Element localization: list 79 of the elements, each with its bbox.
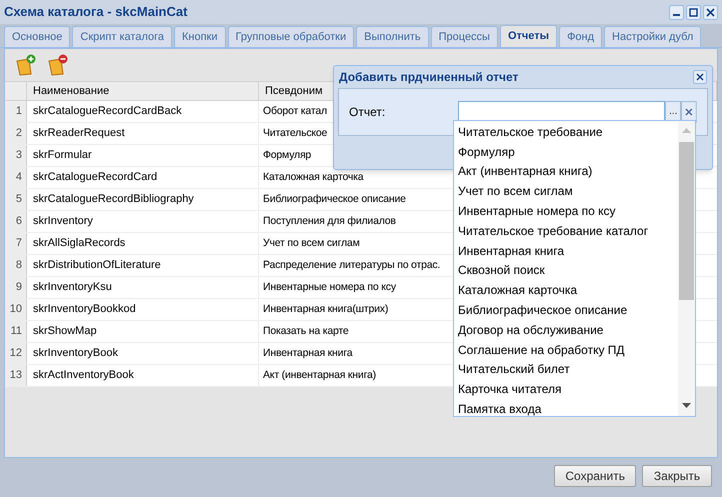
close-icon[interactable] (693, 70, 707, 84)
table-cell: skrInventoryBook (27, 343, 259, 364)
table-cell-text: Показать на карте (263, 324, 349, 339)
dropdown-option[interactable]: Соглашение на обработку ПД (454, 340, 678, 360)
dropdown-option[interactable]: Читательское требование (454, 122, 678, 142)
table-cell-text: Читательское (263, 126, 328, 141)
add-document-icon[interactable] (15, 54, 37, 76)
tab[interactable]: Процессы (430, 26, 498, 47)
table-cell: skrShowMap (27, 321, 259, 342)
maximize-icon[interactable] (686, 4, 701, 20)
tab[interactable]: Фонд (559, 26, 602, 47)
row-number: 9 (5, 277, 27, 298)
window-title: Схема каталога - skcMainCat (4, 3, 188, 22)
table-cell-text: Каталожная карточка (263, 170, 364, 185)
table-cell: skrActInventoryBook (27, 365, 259, 386)
button[interactable]: Сохранить (554, 465, 636, 487)
row-number: 8 (5, 255, 27, 276)
minimize-icon[interactable] (669, 4, 684, 20)
table-cell-text: Инвентарная книга(штрих) (263, 302, 388, 317)
row-number: 4 (5, 167, 27, 188)
dropdown-option[interactable]: Учет по всем сиглам (454, 181, 678, 202)
table-cell: skrCatalogueRecordBibliography (27, 189, 259, 210)
row-number: 10 (5, 299, 27, 320)
table-cell: skrInventoryKsu (27, 277, 259, 298)
table-cell-text: Учет по всем сиглам (263, 236, 360, 251)
tab[interactable]: Настройки дубл (604, 26, 702, 47)
table-cell: skrInventoryBookkod (27, 299, 259, 320)
table-cell: skrCatalogueRecordCardBack (27, 101, 259, 122)
row-number: 12 (5, 343, 27, 364)
tab[interactable]: Основное (4, 26, 70, 47)
table-cell-text: Библиографическое описание (263, 192, 406, 207)
row-number: 1 (5, 101, 27, 122)
button[interactable]: Закрыть (642, 465, 712, 487)
tab[interactable]: Групповые обработки (228, 26, 354, 47)
row-number: 7 (5, 233, 27, 254)
column-header[interactable]: Наименование (27, 82, 259, 100)
clear-icon[interactable] (681, 101, 698, 123)
scrollbar[interactable] (678, 121, 695, 416)
dropdown-option[interactable]: Инвентарные номера по ксу (454, 201, 678, 221)
tab[interactable]: Кнопки (174, 26, 226, 47)
table-cell: skrInventory (27, 211, 259, 232)
dropdown-option[interactable]: Сквозной поиск (454, 260, 678, 280)
table-cell: skrFormular (27, 145, 259, 166)
scroll-down-icon[interactable] (682, 403, 691, 409)
close-icon[interactable] (703, 4, 718, 20)
row-number: 13 (5, 365, 27, 386)
dropdown-option[interactable]: Формуляр (454, 142, 678, 162)
scroll-thumb[interactable] (679, 142, 694, 300)
remove-document-icon[interactable] (47, 54, 69, 76)
dialog-title: Добавить прдчиненный отчет (339, 69, 518, 86)
table-cell: skrCatalogueRecordCard (27, 167, 259, 188)
table-cell: skrReaderRequest (27, 123, 259, 144)
table-cell: skrDistributionOfLiterature (27, 255, 259, 276)
dropdown-option[interactable]: Инвентарная книга (454, 240, 678, 261)
tab[interactable]: Отчеты (500, 25, 558, 47)
tab[interactable]: Выполнить (356, 26, 429, 47)
row-number: 6 (5, 211, 27, 232)
tab[interactable]: Скрипт каталога (72, 26, 172, 47)
dropdown-option[interactable]: Каталожная карточка (454, 280, 678, 300)
dropdown-option[interactable]: Памятка входа (454, 399, 678, 419)
dropdown-option[interactable]: Карточка читателя (454, 379, 678, 400)
field-label: Отчет: (349, 104, 386, 121)
table-cell-text: Распределение литературы по отрас. (263, 258, 440, 273)
table-cell-text: Инвентарные номера по ксу (263, 280, 396, 295)
dropdown-option[interactable]: Акт (инвентарная книга) (454, 162, 678, 182)
dropdown-option[interactable]: Читательское требование каталог (454, 220, 678, 241)
dropdown-option[interactable]: Читательский билет (454, 360, 678, 380)
table-cell-text: Оборот катал (263, 104, 327, 119)
table-cell-text: Акт (инвентарная книга) (263, 368, 376, 383)
row-number: 5 (5, 189, 27, 210)
row-number: 11 (5, 321, 27, 342)
row-number: 3 (5, 145, 27, 166)
table-cell: skrAllSiglaRecords (27, 233, 259, 254)
row-number: 2 (5, 123, 27, 144)
table-cell-text: Инвентарная книга (263, 346, 352, 361)
dropdown-option[interactable]: Договор на обслуживание (454, 320, 678, 340)
table-cell-text: Поступления для филиалов (263, 214, 396, 229)
table-cell-text: Формуляр (263, 148, 312, 163)
dropdown-option[interactable]: Библиографическое описание (454, 300, 678, 320)
